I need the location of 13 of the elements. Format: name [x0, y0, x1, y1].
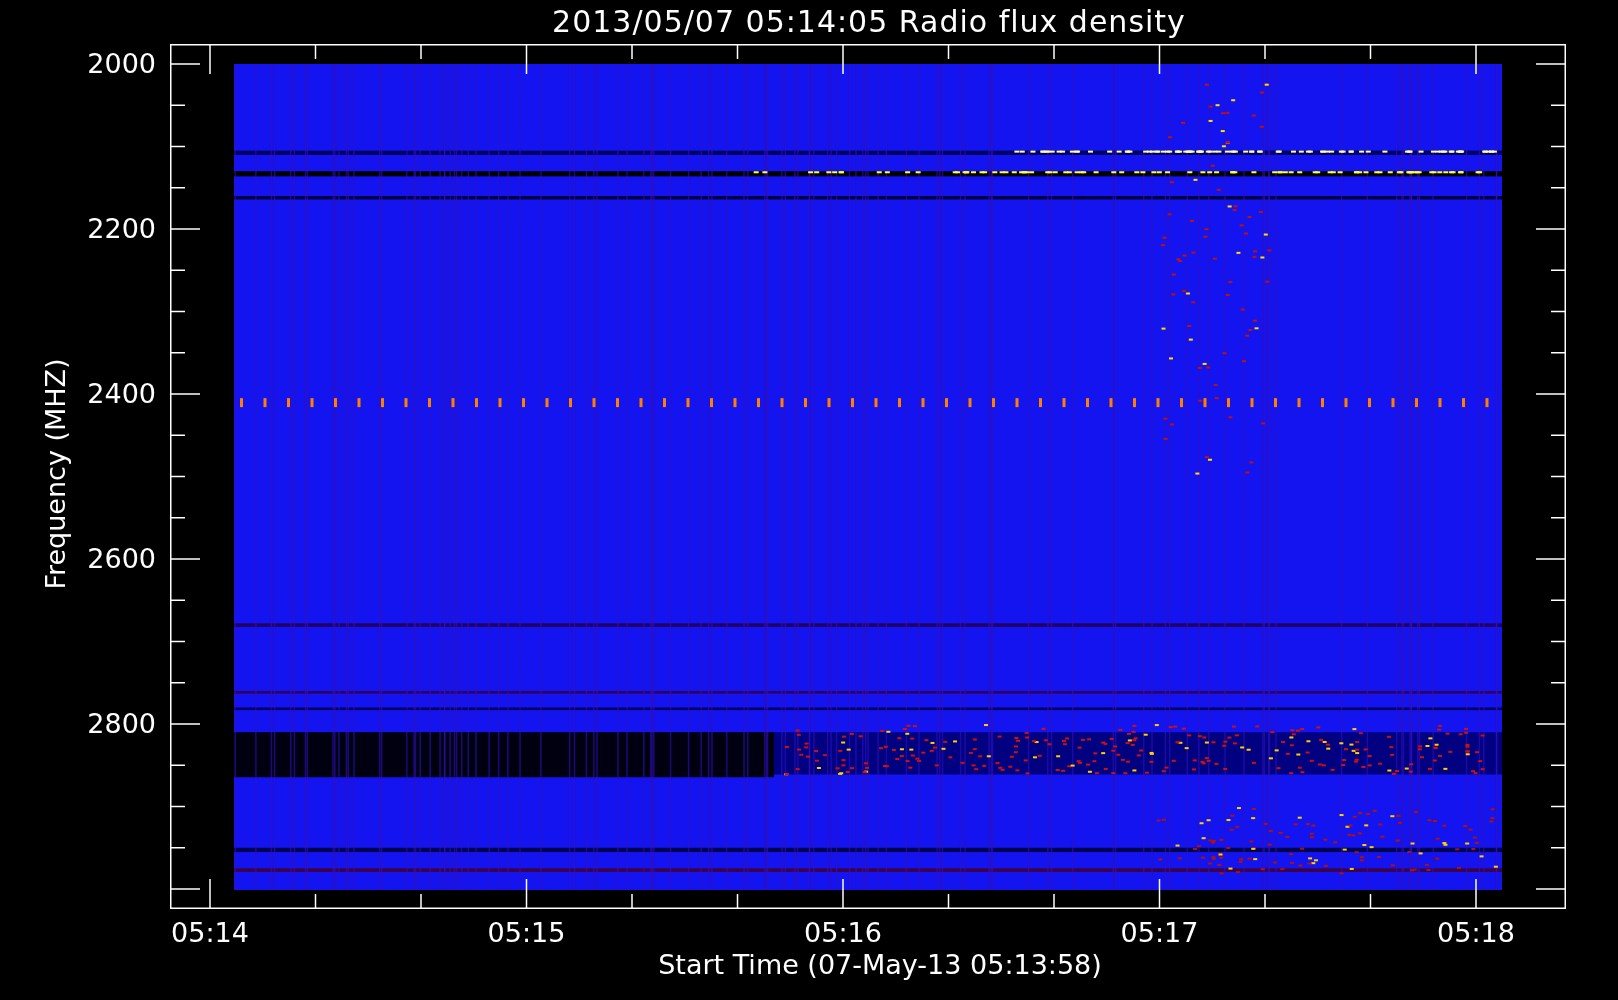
x-tick-label: 05:18 — [1437, 919, 1515, 946]
x-tick-label: 05:15 — [487, 919, 566, 946]
y-tick-label: 2000 — [87, 50, 156, 77]
x-tick-label: 05:17 — [1120, 919, 1199, 946]
x-axis-label: Start Time (07-May-13 05:13:58) — [658, 951, 1102, 978]
x-tick-label: 05:14 — [171, 919, 249, 946]
y-tick-label: 2800 — [87, 710, 156, 737]
chart-title: 2013/05/07 05:14:05 Radio flux density — [552, 7, 1186, 37]
x-tick-label: 05:16 — [804, 919, 882, 946]
y-tick-label: 2400 — [87, 380, 156, 407]
y-axis-label: Frequency (MHZ) — [41, 358, 69, 590]
y-tick-label: 2200 — [87, 215, 156, 242]
y-tick-label: 2600 — [87, 545, 156, 572]
